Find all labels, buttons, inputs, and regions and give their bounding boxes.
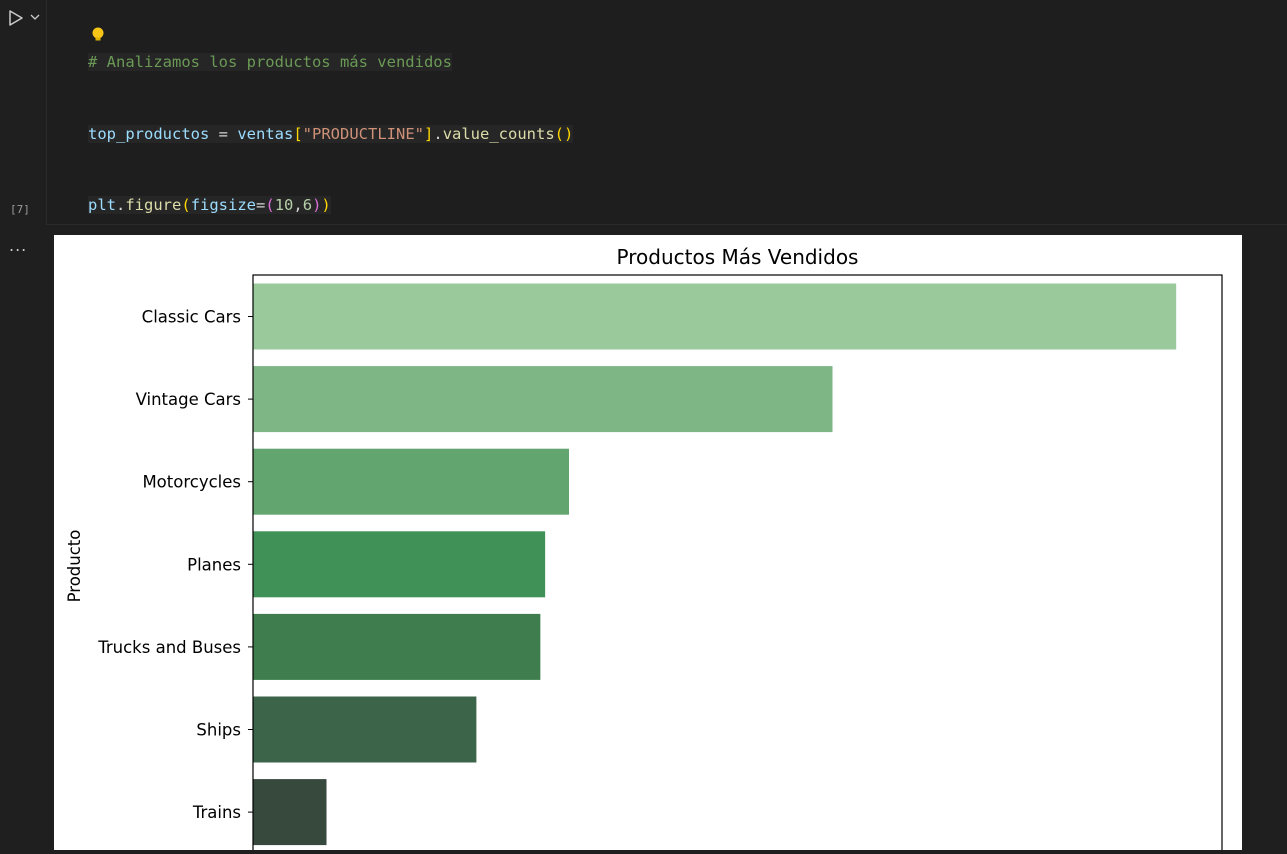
bar-chart: Productos Más Vendidos Classic Cars Vintag…	[65, 245, 1223, 854]
execution-count: [7]	[10, 203, 30, 216]
chevron-down-icon[interactable]	[29, 11, 41, 23]
y-axis-label: Producto	[65, 530, 84, 603]
bar	[253, 613, 541, 680]
y-tick-label: Planes	[187, 555, 241, 574]
bar	[253, 283, 1177, 350]
y-tick-label: Ships	[196, 721, 241, 740]
y-tick-label: Vintage Cars	[136, 390, 241, 409]
code-line: # Analizamos los productos más vendidos	[88, 52, 452, 71]
bar	[253, 366, 833, 433]
bar	[253, 696, 477, 763]
bar	[253, 779, 327, 846]
code-line: plt.figure(figsize=(10,6))	[88, 196, 331, 215]
chart-title: Productos Más Vendidos	[617, 245, 859, 269]
bar	[253, 448, 569, 515]
notebook-cell: [7] # Analizamos los productos más vendi…	[0, 0, 1287, 573]
code-line: top_productos = ventas["PRODUCTLINE"].va…	[88, 124, 574, 143]
play-icon[interactable]	[6, 8, 26, 28]
output-menu-button[interactable]: ...	[9, 236, 27, 255]
lightbulb-icon[interactable]	[91, 27, 105, 43]
y-tick-label: Classic Cars	[142, 308, 241, 327]
y-tick-label: Motorcycles	[142, 473, 241, 492]
plot-output: Productos Más Vendidos Classic Cars Vintag…	[54, 235, 1242, 854]
bar	[253, 531, 546, 598]
y-tick-label: Trucks and Buses	[97, 638, 241, 657]
y-tick-label: Trains	[192, 803, 241, 822]
